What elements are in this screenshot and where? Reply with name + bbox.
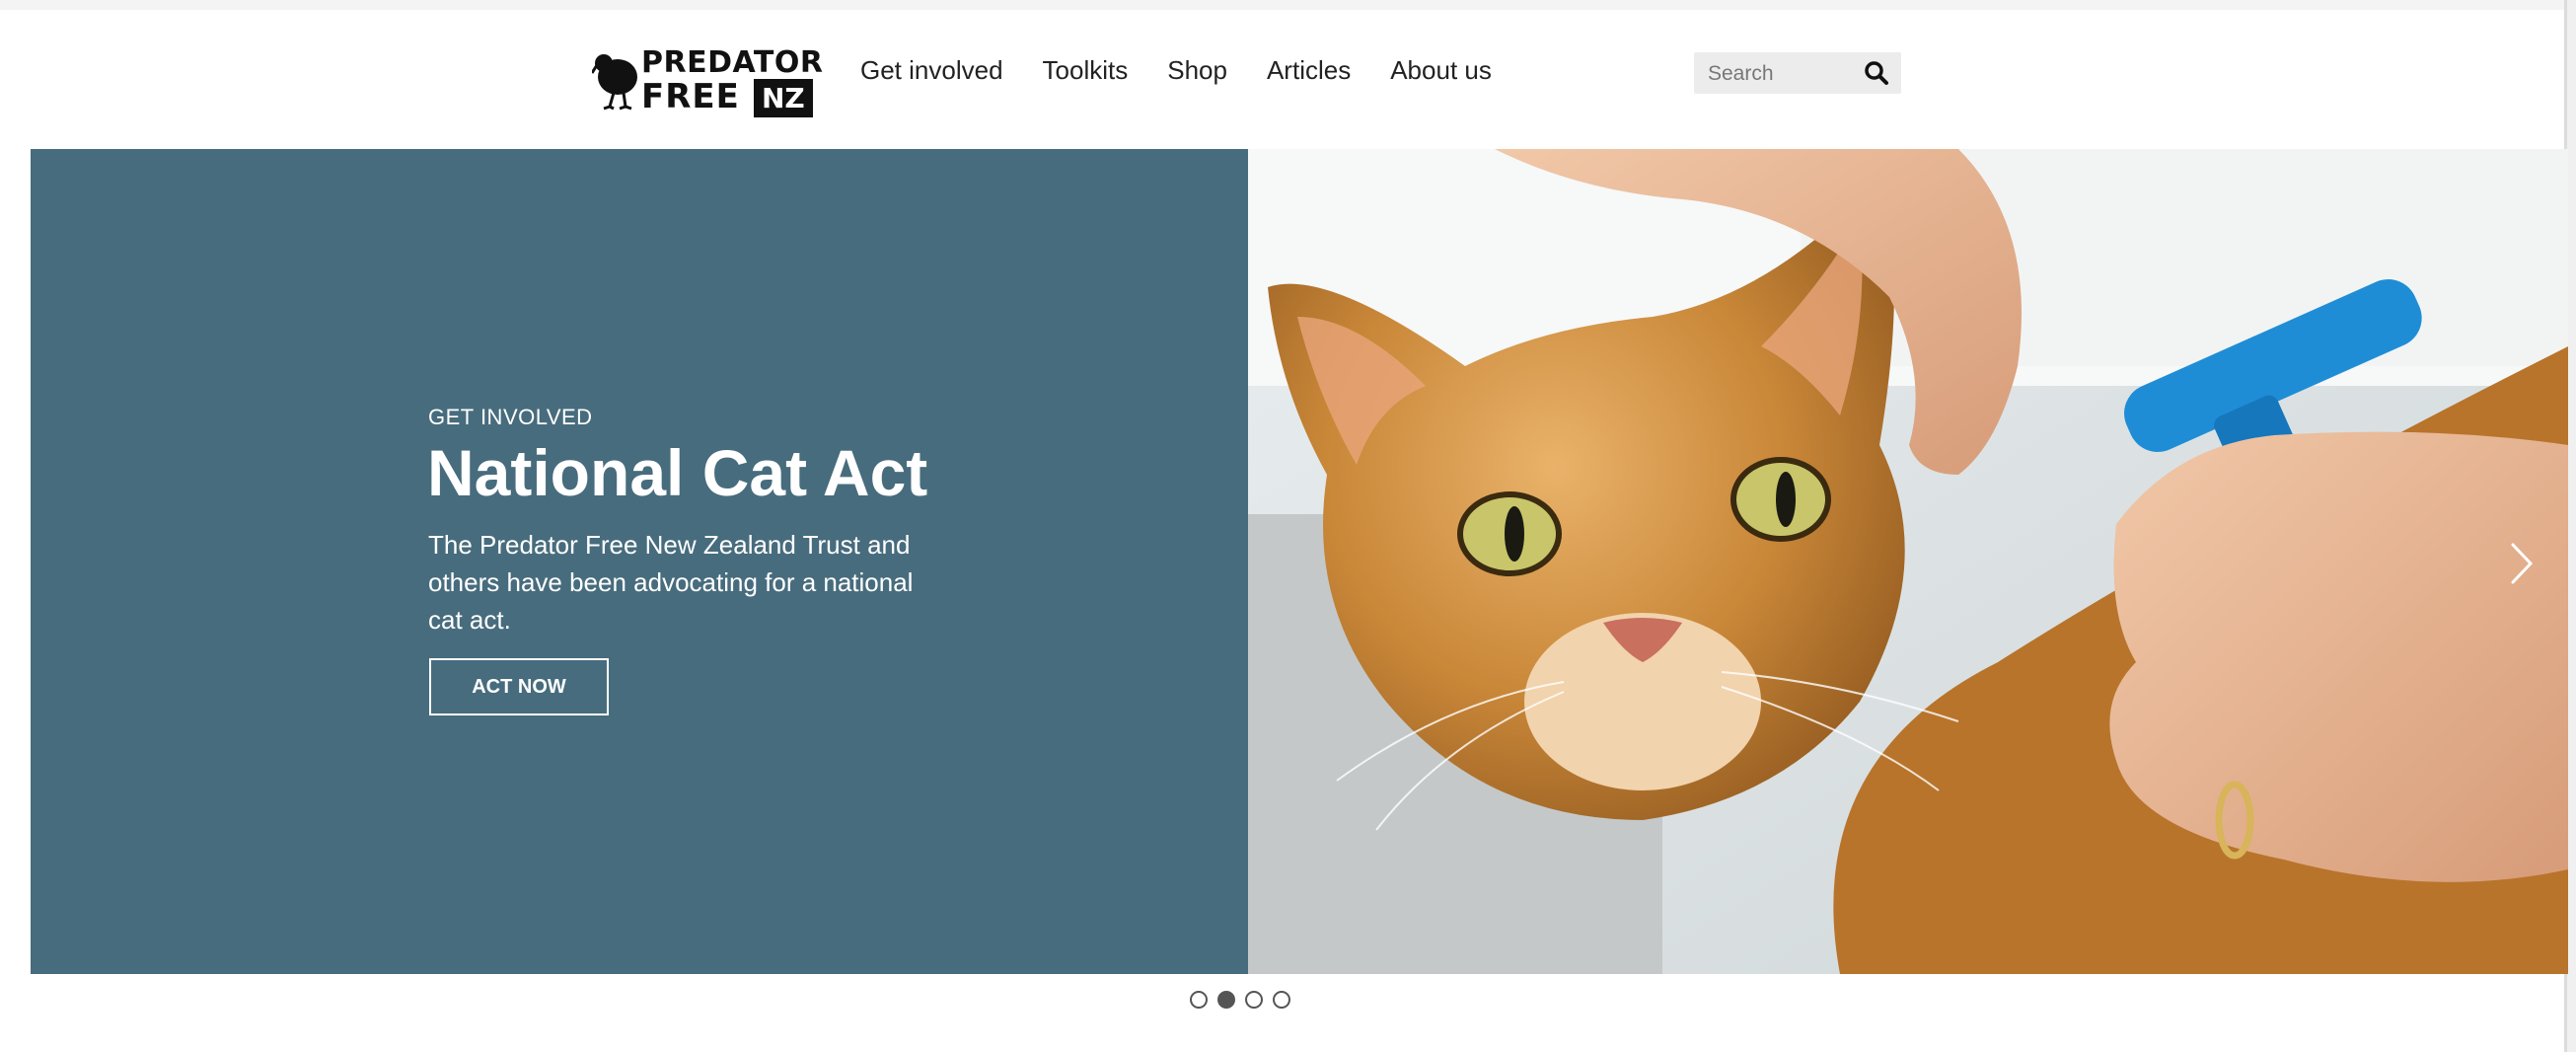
hero-description: The Predator Free New Zealand Trust and … bbox=[428, 530, 914, 635]
hero-title: National Cat Act bbox=[427, 436, 928, 509]
carousel-pagination bbox=[1190, 991, 1290, 1009]
search-icon[interactable] bbox=[1864, 60, 1889, 86]
hero-eyebrow: GET INVOLVED bbox=[428, 405, 593, 429]
act-now-button[interactable]: ACT NOW bbox=[429, 658, 609, 715]
carousel-dot-2[interactable] bbox=[1217, 991, 1235, 1009]
nav-articles[interactable]: Articles bbox=[1267, 55, 1351, 86]
logo-text-line1: PREDATOR bbox=[641, 45, 824, 80]
predator-free-nz-logo[interactable]: PREDATOR FREE NZ bbox=[592, 36, 823, 117]
hero-text-panel: GET INVOLVED National Cat Act The Predat… bbox=[31, 149, 1248, 974]
hero-photo-illustration bbox=[1248, 149, 2568, 974]
nav-toolkits[interactable]: Toolkits bbox=[1043, 55, 1129, 86]
hero-carousel: GET INVOLVED National Cat Act The Predat… bbox=[31, 149, 2568, 974]
search-input[interactable] bbox=[1706, 52, 1858, 96]
cat-microchip-photo bbox=[1248, 149, 2568, 974]
nav-about-us[interactable]: About us bbox=[1390, 55, 1492, 86]
logo-nz-badge: NZ bbox=[754, 79, 813, 117]
main-nav: Get involved Toolkits Shop Articles Abou… bbox=[860, 55, 1492, 86]
carousel-dot-1[interactable] bbox=[1190, 991, 1208, 1009]
nav-get-involved[interactable]: Get involved bbox=[860, 55, 1003, 86]
chevron-right-icon[interactable] bbox=[2507, 539, 2537, 588]
search-box bbox=[1694, 52, 1901, 96]
carousel-dot-3[interactable] bbox=[1245, 991, 1263, 1009]
nav-shop[interactable]: Shop bbox=[1167, 55, 1227, 86]
logo-text-line2: FREE bbox=[641, 77, 740, 116]
carousel-dot-4[interactable] bbox=[1273, 991, 1290, 1009]
site-header: PREDATOR FREE NZ Get involved Toolkits S… bbox=[0, 10, 2576, 148]
kiwi-icon bbox=[592, 54, 637, 111]
browser-top-strip bbox=[0, 0, 2576, 10]
